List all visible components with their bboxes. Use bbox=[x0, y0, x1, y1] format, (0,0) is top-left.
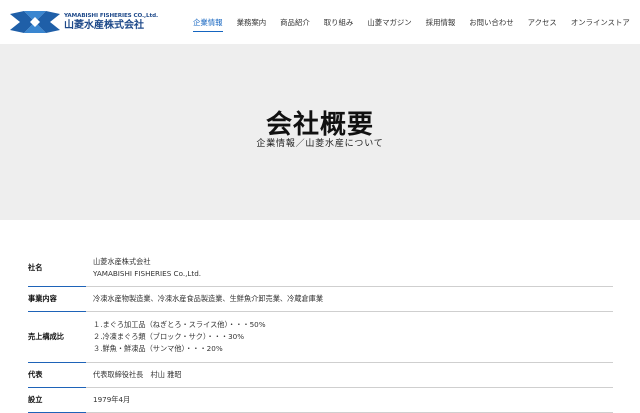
nav-item-business[interactable]: 業務案内 bbox=[237, 17, 267, 29]
nav-item-magazine[interactable]: 山菱マガジン bbox=[367, 17, 411, 29]
company-name-en: YAMABISHI FISHERIES Co.,Ltd. bbox=[93, 269, 202, 278]
company-name-jp: 山菱水産株式会社 bbox=[93, 257, 151, 266]
nav-item-contact[interactable]: お問い合わせ bbox=[469, 17, 513, 29]
main-nav: 企業情報 業務案内 商品紹介 取り組み 山菱マガジン 採用情報 お問い合わせ ア… bbox=[193, 16, 630, 32]
table-row: 売上構成比 １.まぐろ加工品（ねぎとろ・スライス他）・・・50% ２.冷凍まぐろ… bbox=[28, 312, 613, 363]
logo-english-name: YAMABISHI FISHERIES CO.,Ltd. bbox=[64, 12, 158, 19]
business-description: 冷凍水産物製造業、冷凍水産食品製造業、生鮮魚介卸売業、冷蔵倉庫業 bbox=[93, 294, 324, 303]
page-title: 会社概要 bbox=[265, 110, 374, 140]
table-row: 設立 1979年4月 bbox=[28, 388, 613, 413]
page-subtitle: 企業情報／山菱水産について bbox=[256, 139, 384, 149]
established-date: 1979年4月 bbox=[93, 395, 131, 404]
sales-item-2: ２.冷凍まぐろ類（ブロック・サク）・・・30% bbox=[93, 332, 245, 341]
company-overview-table: 社名 山菱水産株式会社 YAMABISHI FISHERIES Co.,Ltd.… bbox=[28, 250, 613, 413]
row-label-representative: 代表 bbox=[28, 370, 43, 379]
row-label-sales-composition: 売上構成比 bbox=[28, 332, 64, 341]
row-value-established: 1979年4月 bbox=[93, 388, 613, 412]
nav-item-initiatives[interactable]: 取り組み bbox=[324, 17, 354, 29]
table-row: 代表 代表取締役社長 村山 雅昭 bbox=[28, 363, 613, 388]
row-label-company-name: 社名 bbox=[28, 263, 43, 272]
logo-mark-icon bbox=[10, 11, 60, 33]
row-label-business: 事業内容 bbox=[28, 294, 57, 303]
logo-text: YAMABISHI FISHERIES CO.,Ltd. 山菱水産株式会社 bbox=[64, 13, 158, 32]
representative-name: 代表取締役社長 村山 雅昭 bbox=[93, 370, 182, 379]
nav-item-access[interactable]: アクセス bbox=[528, 17, 557, 29]
nav-item-company-info[interactable]: 企業情報 bbox=[193, 17, 223, 32]
nav-item-recruit[interactable]: 採用情報 bbox=[426, 17, 456, 29]
row-label-established: 設立 bbox=[28, 395, 43, 404]
row-value-business: 冷凍水産物製造業、冷凍水産食品製造業、生鮮魚介卸売業、冷蔵倉庫業 bbox=[93, 287, 613, 311]
sales-item-1: １.まぐろ加工品（ねぎとろ・スライス他）・・・50% bbox=[93, 320, 266, 329]
site-header: YAMABISHI FISHERIES CO.,Ltd. 山菱水産株式会社 企業… bbox=[0, 0, 640, 44]
table-row: 社名 山菱水産株式会社 YAMABISHI FISHERIES Co.,Ltd. bbox=[28, 250, 613, 287]
nav-item-online-store[interactable]: オンラインストア bbox=[571, 17, 630, 29]
table-row: 事業内容 冷凍水産物製造業、冷凍水産食品製造業、生鮮魚介卸売業、冷蔵倉庫業 bbox=[28, 287, 613, 312]
sales-item-3: ３.鮮魚・鮮凍品（サンマ他）・・・20% bbox=[93, 344, 223, 353]
page-hero: 会社概要 企業情報／山菱水産について bbox=[0, 44, 640, 220]
row-value-company-name: 山菱水産株式会社 YAMABISHI FISHERIES Co.,Ltd. bbox=[93, 250, 613, 286]
logo-japanese-name: 山菱水産株式会社 bbox=[64, 19, 144, 31]
row-value-representative: 代表取締役社長 村山 雅昭 bbox=[93, 363, 613, 387]
company-logo[interactable]: YAMABISHI FISHERIES CO.,Ltd. 山菱水産株式会社 bbox=[10, 10, 160, 34]
row-value-sales-composition: １.まぐろ加工品（ねぎとろ・スライス他）・・・50% ２.冷凍まぐろ類（ブロック… bbox=[93, 312, 613, 362]
nav-item-products[interactable]: 商品紹介 bbox=[280, 17, 310, 29]
